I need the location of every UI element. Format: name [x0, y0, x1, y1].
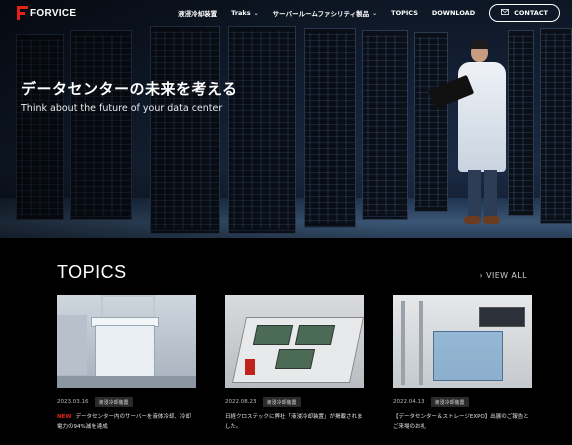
nav-item-server-room-facility[interactable]: サーバールームファシリティ製品 ⌄ — [273, 8, 378, 19]
topic-card[interactable]: 2022.08.23 液浸冷却装置 日経クロステックに弊社「液浸冷却装置」が掲載… — [225, 295, 364, 432]
topic-date: 2022.04.13 — [393, 399, 425, 405]
hero-subtitle: Think about the future of your data cent… — [21, 103, 223, 114]
logo-text: FORVICE — [30, 7, 77, 19]
nav-links: 液浸冷却装置 Traks ⌄ サーバールームファシリティ製品 ⌄ TOPICS … — [164, 4, 560, 22]
topic-category-tag: 液浸冷却装置 — [262, 397, 301, 407]
hero-title: データセンターの未来を考える — [21, 80, 238, 98]
new-badge: NEW — [57, 414, 72, 420]
topic-date: 2023.03.16 — [57, 399, 89, 405]
logo-mark-icon — [17, 6, 28, 20]
topic-category-tag: 液浸冷却装置 — [430, 397, 469, 407]
hero-banner: データセンターの未来を考える Think about the future of… — [0, 0, 572, 238]
nav-item-download[interactable]: DOWNLOAD — [432, 9, 475, 17]
nav-item-immersion-cooling[interactable]: 液浸冷却装置 — [178, 8, 217, 18]
engineer-figure — [427, 40, 522, 227]
topic-thumbnail[interactable] — [225, 295, 364, 388]
logo[interactable]: FORVICE — [17, 6, 76, 20]
chevron-down-icon: ⌄ — [372, 9, 378, 17]
top-navigation: FORVICE 液浸冷却装置 Traks ⌄ サーバールームファシリティ製品 ⌄… — [0, 0, 572, 27]
topic-date: 2022.08.23 — [225, 399, 257, 405]
topic-thumbnail[interactable] — [393, 295, 532, 388]
topic-card[interactable]: 2023.03.16 液浸冷却装置 NEW データセンター内のサーバーを液体冷却、… — [57, 295, 196, 432]
topic-category-tag: 液浸冷却装置 — [94, 397, 133, 407]
topic-description: 日経クロステックに弊社「液浸冷却装置」が掲載されました。 — [225, 414, 363, 430]
topic-card[interactable]: 2022.04.13 液浸冷却装置 【データセンター＆ストレージEXPO】出展の… — [393, 295, 532, 432]
nav-item-traks[interactable]: Traks ⌄ — [231, 9, 259, 17]
nav-item-topics[interactable]: TOPICS — [391, 9, 418, 17]
contact-button[interactable]: CONTACT — [489, 4, 560, 22]
view-all-link[interactable]: › VIEW ALL — [480, 271, 527, 280]
mail-icon — [501, 9, 509, 17]
topic-description: 【データセンター＆ストレージEXPO】出展のご報告とご来場のお礼 — [393, 414, 529, 430]
topic-description: NEW データセンター内のサーバーを液体冷却、冷却電力の94%減を達成 — [57, 414, 191, 430]
topic-thumbnail[interactable] — [57, 295, 196, 388]
chevron-down-icon: ⌄ — [253, 9, 259, 17]
topics-heading: TOPICS — [57, 262, 127, 282]
